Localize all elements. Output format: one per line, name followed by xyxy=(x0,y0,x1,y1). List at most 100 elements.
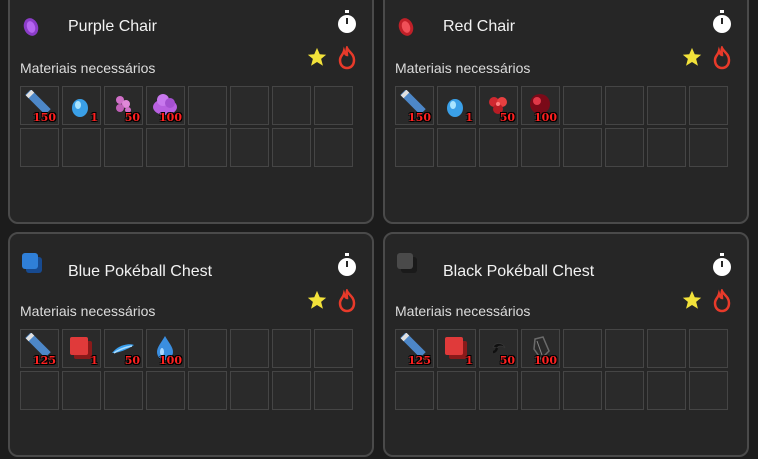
empty-slot xyxy=(104,371,143,410)
empty-slot xyxy=(521,371,560,410)
empty-slot xyxy=(104,128,143,167)
empty-slot xyxy=(437,128,476,167)
material-slot[interactable]: 100 xyxy=(521,86,560,125)
purple-chair-icon xyxy=(23,18,39,36)
empty-slot xyxy=(188,329,227,368)
material-quantity: 50 xyxy=(499,111,515,124)
empty-slot xyxy=(647,371,686,410)
material-quantity: 125 xyxy=(408,354,431,367)
empty-slot xyxy=(437,371,476,410)
empty-slot xyxy=(647,128,686,167)
material-slot[interactable]: 50 xyxy=(479,86,518,125)
material-slot[interactable]: 50 xyxy=(104,329,143,368)
material-slot[interactable]: 50 xyxy=(479,329,518,368)
empty-slot xyxy=(479,128,518,167)
empty-slot xyxy=(605,86,644,125)
recipe-card-blue-pokeball-chest[interactable]: Blue Pokéball Chest Materiais necessário… xyxy=(8,232,374,457)
material-slot[interactable]: 125 xyxy=(20,329,59,368)
material-quantity: 150 xyxy=(33,111,56,124)
empty-slot xyxy=(647,86,686,125)
material-quantity: 150 xyxy=(408,111,431,124)
materials-grid: 125 1 50 100 xyxy=(395,329,728,410)
empty-slot xyxy=(689,128,728,167)
recipe-title: Black Pokéball Chest xyxy=(443,263,595,280)
favorite-star-icon[interactable] xyxy=(681,289,703,311)
stopwatch-icon[interactable] xyxy=(336,253,358,277)
materials-required-label: Materiais necessários xyxy=(20,60,156,76)
empty-slot xyxy=(563,86,602,125)
red-chair-icon xyxy=(398,18,414,36)
black-chest-icon xyxy=(397,253,417,273)
empty-slot xyxy=(314,329,353,368)
empty-slot xyxy=(563,128,602,167)
materials-grid: 150 1 50 100 xyxy=(20,86,353,167)
favorite-star-icon[interactable] xyxy=(306,46,328,68)
material-slot[interactable]: 150 xyxy=(20,86,59,125)
material-quantity: 1 xyxy=(465,111,473,124)
materials-required-label: Materiais necessários xyxy=(20,303,156,319)
empty-slot xyxy=(605,128,644,167)
fire-icon[interactable] xyxy=(711,289,733,313)
empty-slot xyxy=(188,371,227,410)
empty-slot xyxy=(314,371,353,410)
empty-slot xyxy=(272,86,311,125)
empty-slot xyxy=(230,329,269,368)
stopwatch-icon[interactable] xyxy=(336,10,358,34)
empty-slot xyxy=(62,128,101,167)
empty-slot xyxy=(605,371,644,410)
empty-slot xyxy=(689,371,728,410)
empty-slot xyxy=(605,329,644,368)
fire-icon[interactable] xyxy=(336,289,358,313)
stopwatch-icon[interactable] xyxy=(711,10,733,34)
material-quantity: 1 xyxy=(90,111,98,124)
empty-slot xyxy=(20,371,59,410)
empty-slot xyxy=(521,128,560,167)
recipe-card-black-pokeball-chest[interactable]: Black Pokéball Chest Materiais necessári… xyxy=(383,232,749,457)
empty-slot xyxy=(230,371,269,410)
material-slot[interactable]: 100 xyxy=(146,329,185,368)
empty-slot xyxy=(230,128,269,167)
stopwatch-icon[interactable] xyxy=(711,253,733,277)
materials-required-label: Materiais necessários xyxy=(395,303,531,319)
empty-slot xyxy=(62,371,101,410)
blue-chest-icon xyxy=(22,253,42,273)
empty-slot xyxy=(479,371,518,410)
material-slot[interactable]: 1 xyxy=(437,329,476,368)
material-slot[interactable]: 1 xyxy=(62,329,101,368)
material-slot[interactable]: 100 xyxy=(521,329,560,368)
empty-slot xyxy=(272,128,311,167)
material-slot[interactable]: 1 xyxy=(62,86,101,125)
materials-grid: 150 1 50 100 xyxy=(395,86,728,167)
material-quantity: 50 xyxy=(124,111,140,124)
empty-slot xyxy=(647,329,686,368)
empty-slot xyxy=(272,329,311,368)
material-slot[interactable]: 50 xyxy=(104,86,143,125)
empty-slot xyxy=(230,86,269,125)
fire-icon[interactable] xyxy=(711,46,733,70)
materials-required-label: Materiais necessários xyxy=(395,60,531,76)
material-quantity: 1 xyxy=(90,354,98,367)
favorite-star-icon[interactable] xyxy=(681,46,703,68)
empty-slot xyxy=(146,371,185,410)
material-quantity: 100 xyxy=(159,354,182,367)
material-quantity: 125 xyxy=(33,354,56,367)
material-slot[interactable]: 100 xyxy=(146,86,185,125)
empty-slot xyxy=(689,329,728,368)
material-slot[interactable]: 125 xyxy=(395,329,434,368)
empty-slot xyxy=(563,329,602,368)
empty-slot xyxy=(689,86,728,125)
empty-slot xyxy=(395,371,434,410)
material-quantity: 100 xyxy=(534,354,557,367)
recipe-title: Red Chair xyxy=(443,18,516,35)
material-slot[interactable]: 1 xyxy=(437,86,476,125)
empty-slot xyxy=(314,128,353,167)
material-quantity: 1 xyxy=(465,354,473,367)
favorite-star-icon[interactable] xyxy=(306,289,328,311)
recipe-card-red-chair[interactable]: Red Chair Materiais necessários 150 1 50… xyxy=(383,0,749,224)
empty-slot xyxy=(395,128,434,167)
empty-slot xyxy=(188,128,227,167)
recipe-card-purple-chair[interactable]: Purple Chair Materiais necessários 150 1… xyxy=(8,0,374,224)
empty-slot xyxy=(20,128,59,167)
fire-icon[interactable] xyxy=(336,46,358,70)
material-slot[interactable]: 150 xyxy=(395,86,434,125)
